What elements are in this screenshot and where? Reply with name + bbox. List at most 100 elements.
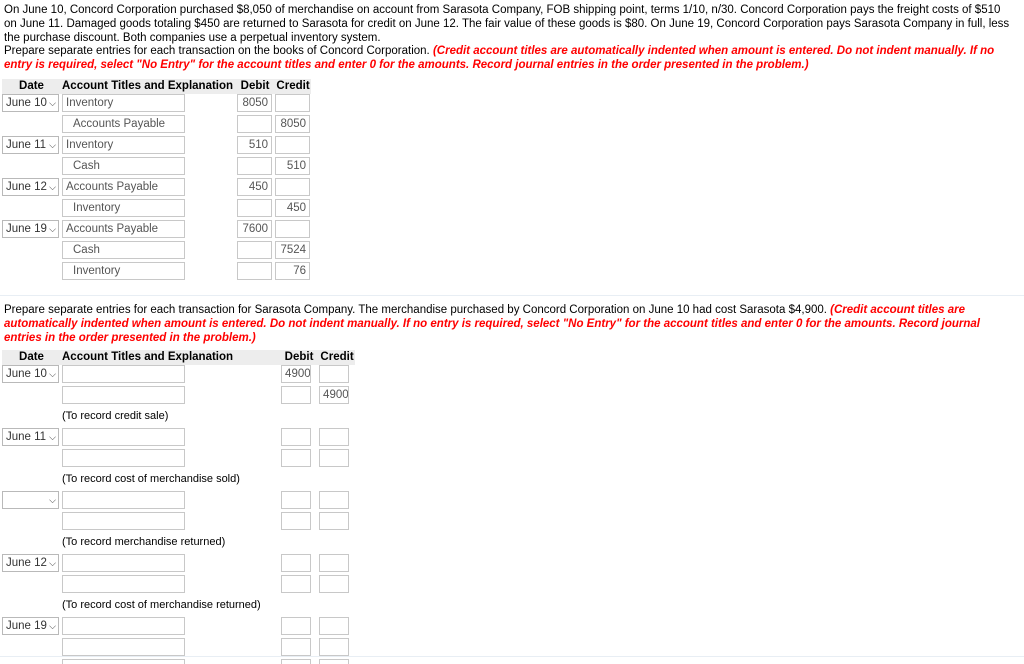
account-title-input[interactable] [62, 575, 185, 593]
account-title-input-cell: Cash [62, 157, 233, 178]
debit-input[interactable] [281, 491, 312, 509]
debit-input[interactable]: 4900 [281, 365, 312, 383]
account-title-input[interactable]: Inventory [62, 94, 185, 112]
account-title-input[interactable]: Cash [62, 157, 185, 175]
date-select-value: June 10 [6, 368, 47, 380]
credit-input-cell [275, 136, 311, 157]
credit-input[interactable]: 450 [275, 199, 311, 217]
entry-explanation-text: (To record credit sale) [62, 410, 169, 422]
date-select-value: June 11 [6, 431, 47, 443]
credit-input[interactable] [319, 659, 350, 664]
debit-input-cell: 7600 [237, 220, 273, 241]
date-select[interactable]: June 12 ⌵ [2, 554, 59, 572]
account-title-input-cell: Cash [62, 241, 233, 262]
credit-input[interactable] [319, 512, 350, 530]
date-select-value: June 19 [6, 223, 47, 235]
debit-input[interactable] [237, 199, 273, 217]
column-header-credit: Credit [275, 79, 312, 94]
debit-input[interactable] [281, 617, 312, 635]
debit-input[interactable] [281, 428, 312, 446]
account-title-input-cell: Accounts Payable [62, 178, 233, 199]
date-select[interactable]: June 11 ⌵ [2, 136, 59, 154]
credit-input[interactable]: 76 [275, 262, 311, 280]
account-title-input[interactable] [62, 554, 185, 572]
debit-input[interactable] [237, 241, 273, 259]
date-select[interactable]: June 12 ⌵ [2, 178, 59, 196]
debit-input[interactable]: 8050 [237, 94, 273, 112]
credit-input[interactable] [319, 554, 350, 572]
account-title-input[interactable] [62, 428, 185, 446]
account-title-input[interactable] [62, 386, 185, 404]
journal2-body: June 10 ⌵ 4900 4900 (To record credit sale) J… [2, 365, 355, 664]
account-title-input[interactable]: Inventory [62, 136, 185, 154]
debit-input-cell [281, 428, 317, 449]
credit-input[interactable] [319, 449, 350, 467]
date-select[interactable]: June 11 ⌵ [2, 428, 59, 446]
chevron-down-icon: ⌵ [49, 181, 56, 192]
account-title-input[interactable]: Accounts Payable [62, 220, 185, 238]
credit-input[interactable] [319, 491, 350, 509]
debit-input-cell [237, 115, 273, 136]
credit-input[interactable]: 8050 [275, 115, 311, 133]
debit-input[interactable] [237, 157, 273, 175]
table-row: Cash 510 [2, 157, 311, 178]
credit-input-cell [319, 428, 355, 449]
date-select[interactable]: June 19 ⌵ [2, 617, 59, 635]
credit-input[interactable]: 510 [275, 157, 311, 175]
credit-input[interactable] [275, 178, 311, 196]
column-header-account: Account Titles and Explanation [62, 350, 234, 365]
date-select-value: June 19 [6, 620, 47, 632]
account-title-input[interactable]: Cash [62, 241, 185, 259]
debit-input-cell [237, 157, 273, 178]
credit-input[interactable] [275, 136, 311, 154]
account-title-input[interactable]: Accounts Payable [62, 115, 185, 133]
credit-input[interactable] [275, 94, 311, 112]
credit-input[interactable]: 4900 [319, 386, 350, 404]
table-row [2, 512, 355, 533]
debit-input[interactable]: 450 [237, 178, 273, 196]
date-select[interactable]: ⌵ [2, 491, 59, 509]
table-row: June 10 ⌵ 4900 [2, 365, 355, 386]
credit-input[interactable] [319, 365, 350, 383]
problem-intro-paragraph: On June 10, Concord Corporation purchase… [4, 4, 1010, 45]
credit-input[interactable] [319, 638, 350, 656]
date-select[interactable]: June 10 ⌵ [2, 365, 59, 383]
account-title-input[interactable]: Inventory [62, 262, 185, 280]
credit-input[interactable] [275, 220, 311, 238]
debit-input[interactable] [281, 575, 312, 593]
debit-input[interactable] [281, 386, 312, 404]
date-select[interactable]: June 19 ⌵ [2, 220, 59, 238]
debit-input[interactable] [237, 115, 273, 133]
debit-input[interactable] [281, 659, 312, 664]
debit-input[interactable]: 7600 [237, 220, 273, 238]
account-title-input[interactable]: Inventory [62, 199, 185, 217]
credit-input-cell: 7524 [275, 241, 311, 262]
debit-input-cell [281, 575, 317, 596]
date-select[interactable]: June 10 ⌵ [2, 94, 59, 112]
debit-input[interactable] [281, 554, 312, 572]
explanation-row: (To record cost of merchandise returned) [2, 596, 355, 617]
credit-input[interactable] [319, 575, 350, 593]
account-title-input[interactable] [62, 512, 185, 530]
table-row: June 19 ⌵ Accounts Payable 7600 [2, 220, 311, 241]
debit-input[interactable] [281, 449, 312, 467]
account-title-input[interactable] [62, 449, 185, 467]
credit-input-cell [319, 659, 355, 664]
debit-input[interactable] [281, 512, 312, 530]
credit-input[interactable] [319, 428, 350, 446]
debit-input[interactable] [237, 262, 273, 280]
debit-input[interactable] [281, 638, 312, 656]
date-cell: June 10 ⌵ [2, 365, 61, 386]
account-title-input[interactable] [62, 659, 185, 664]
debit-input[interactable]: 510 [237, 136, 273, 154]
debit-input-cell [281, 659, 317, 664]
account-title-input-cell: Inventory [62, 136, 233, 157]
account-title-input[interactable] [62, 365, 185, 383]
account-title-input[interactable] [62, 638, 185, 656]
credit-input[interactable] [319, 617, 350, 635]
account-title-input[interactable] [62, 617, 185, 635]
credit-input[interactable]: 7524 [275, 241, 311, 259]
account-title-input[interactable] [62, 491, 185, 509]
date-cell [2, 241, 61, 262]
account-title-input[interactable]: Accounts Payable [62, 178, 185, 196]
